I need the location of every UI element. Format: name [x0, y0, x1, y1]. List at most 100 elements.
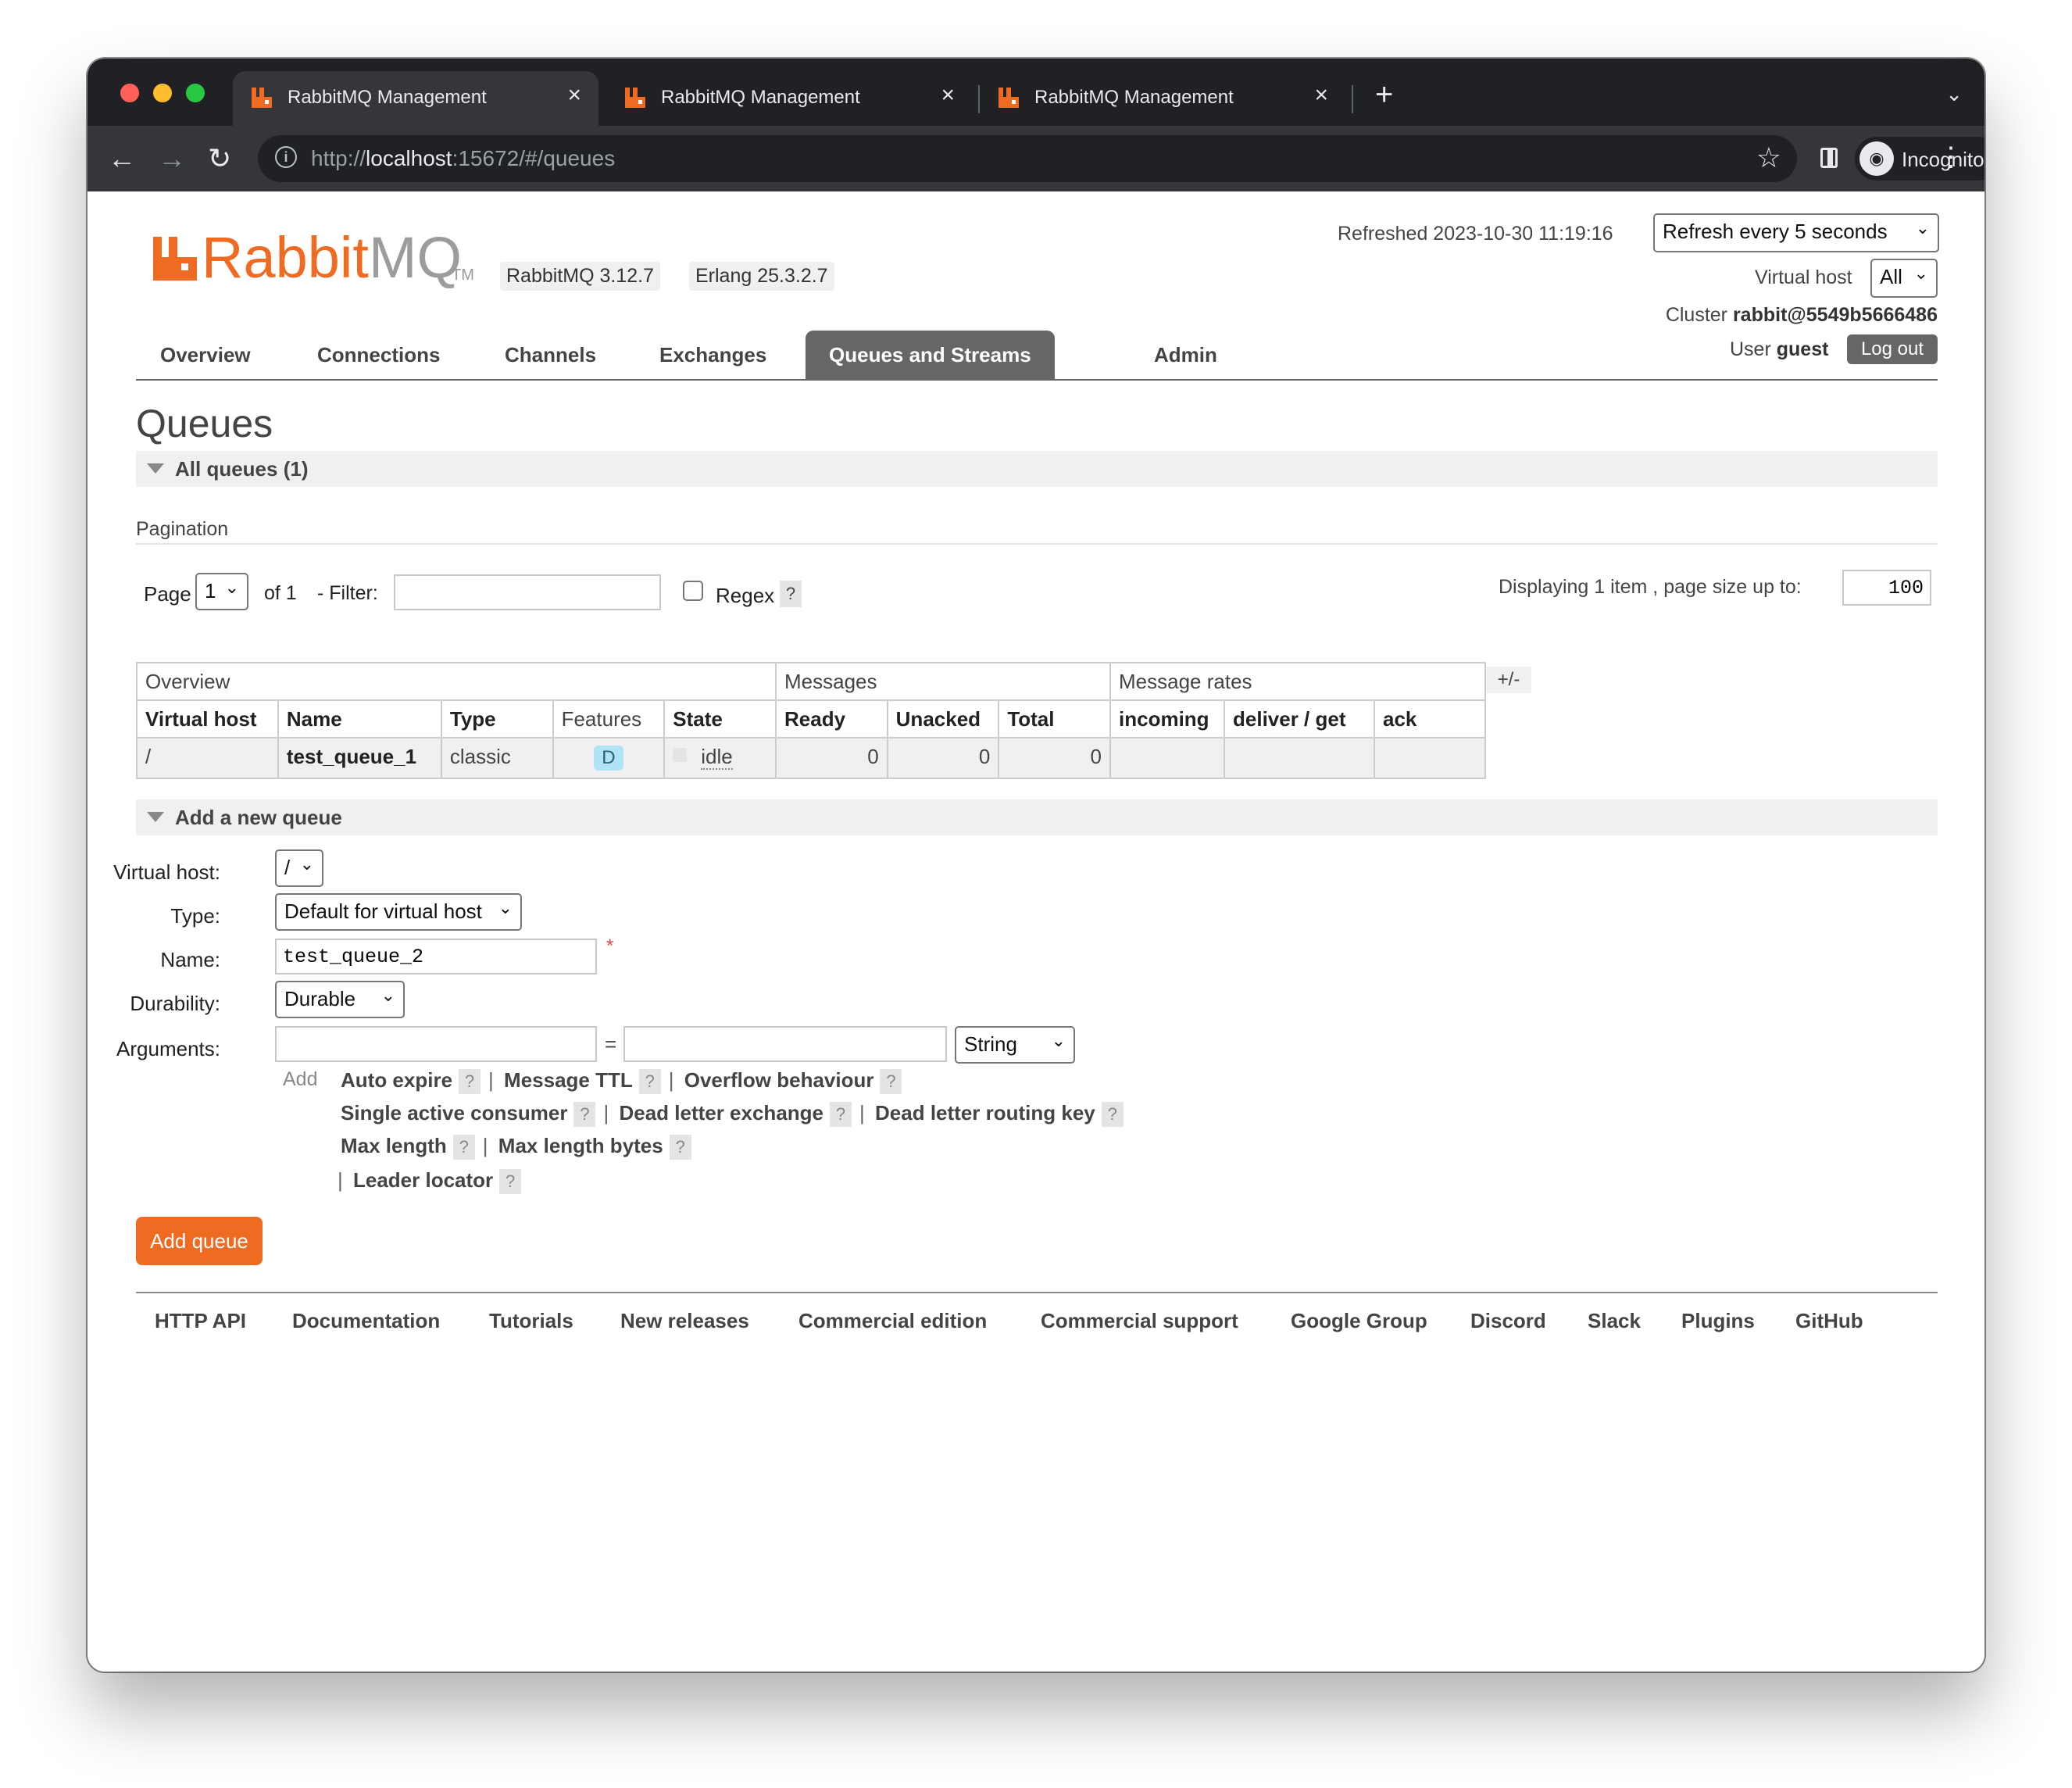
close-window-button[interactable]	[120, 84, 139, 102]
tab-search-chevron-icon[interactable]: ⌄	[1945, 82, 1963, 106]
site-info-icon[interactable]: i	[275, 146, 297, 168]
separator: |	[338, 1168, 343, 1192]
argument-value-input[interactable]	[623, 1026, 947, 1062]
argument-type-select[interactable]: String ⌄	[955, 1026, 1075, 1064]
close-tab-icon[interactable]: ×	[567, 82, 581, 109]
state-indicator-icon	[673, 748, 688, 762]
arg-link-auto-expire[interactable]: Auto expire	[341, 1068, 452, 1092]
page-size-input[interactable]	[1842, 570, 1931, 606]
reload-icon[interactable]: ↻	[208, 140, 231, 177]
help-button[interactable]: ?	[1101, 1102, 1124, 1128]
regex-help-button[interactable]: ?	[780, 581, 802, 607]
url-text[interactable]: http://localhost:15672/#/queues	[311, 146, 615, 171]
divider	[136, 543, 1938, 545]
col-header-name[interactable]: Name	[277, 699, 442, 738]
col-header-virtual-host[interactable]: Virtual host	[136, 699, 279, 738]
tab-strip: RabbitMQ Management × RabbitMQ Managemen…	[88, 59, 1984, 126]
add-queue-button[interactable]: Add queue	[136, 1217, 263, 1265]
minimize-window-button[interactable]	[153, 84, 172, 102]
group-header-overview: Overview	[136, 662, 777, 701]
arg-link-leader-locator[interactable]: Leader locator	[353, 1168, 493, 1192]
argument-key-input[interactable]	[275, 1026, 597, 1062]
nav-tab-connections[interactable]: Connections	[317, 331, 440, 379]
help-button[interactable]: ?	[830, 1102, 852, 1128]
footer-link-plugins[interactable]: Plugins	[1681, 1309, 1755, 1333]
address-bar[interactable]: i http://localhost:15672/#/queues ☆	[258, 135, 1797, 182]
footer-link-commercial-support[interactable]: Commercial support	[1041, 1309, 1238, 1333]
help-button[interactable]: ?	[880, 1069, 902, 1095]
browser-tab[interactable]: RabbitMQ Management ×	[233, 71, 598, 126]
url-host: localhost	[366, 146, 452, 170]
incognito-profile-button[interactable]: ◉ Incognito	[1855, 137, 1984, 181]
type-select[interactable]: Default for virtual host ⌄	[275, 893, 522, 931]
footer-link-slack[interactable]: Slack	[1588, 1309, 1641, 1333]
col-header-total[interactable]: Total	[998, 699, 1111, 738]
help-button[interactable]: ?	[499, 1169, 522, 1195]
arg-link-max-length[interactable]: Max length	[341, 1134, 447, 1157]
browser-tab[interactable]: RabbitMQ Management ×	[606, 71, 972, 126]
page-content: RabbitMQ TM RabbitMQ 3.12.7 Erlang 25.3.…	[88, 191, 1984, 1672]
column-toggle-button[interactable]: +/-	[1486, 667, 1531, 693]
zoom-window-button[interactable]	[186, 84, 205, 102]
col-header-deliver-get[interactable]: deliver / get	[1224, 699, 1375, 738]
side-panel-icon[interactable]	[1820, 148, 1838, 168]
more-menu-icon[interactable]: ⋮	[1938, 141, 1964, 173]
col-header-ready[interactable]: Ready	[775, 699, 888, 738]
regex-checkbox[interactable]	[683, 581, 703, 601]
footer-link-http-api[interactable]: HTTP API	[155, 1309, 246, 1333]
help-button[interactable]: ?	[638, 1069, 661, 1095]
separator: |	[488, 1068, 494, 1092]
new-tab-icon[interactable]: +	[1375, 77, 1393, 113]
footer-link-github[interactable]: GitHub	[1795, 1309, 1863, 1333]
queue-name-input[interactable]	[275, 939, 597, 974]
col-header-state[interactable]: State	[663, 699, 777, 738]
forward-arrow-icon[interactable]: →	[158, 140, 186, 177]
arg-link-single-active-consumer[interactable]: Single active consumer	[341, 1101, 567, 1125]
col-header-unacked[interactable]: Unacked	[886, 699, 1000, 738]
arg-link-max-length-bytes[interactable]: Max length bytes	[498, 1134, 663, 1157]
close-tab-icon[interactable]: ×	[1314, 82, 1328, 109]
collapse-triangle-icon	[147, 463, 164, 474]
arg-link-message-ttl[interactable]: Message TTL	[504, 1068, 633, 1092]
footer-link-tutorials[interactable]: Tutorials	[489, 1309, 573, 1333]
vhost-select[interactable]: / ⌄	[275, 849, 323, 887]
virtual-host-select[interactable]: All ⌄	[1870, 259, 1938, 298]
durability-select[interactable]: Durable ⌄	[275, 981, 405, 1018]
footer-link-new-releases[interactable]: New releases	[620, 1309, 749, 1333]
tab-separator	[1352, 85, 1353, 113]
browser-tab[interactable]: RabbitMQ Management ×	[980, 71, 1345, 126]
cell-queue-name-link[interactable]: test_queue_1	[277, 737, 442, 779]
filter-input[interactable]	[394, 574, 661, 610]
refresh-interval-select[interactable]: Refresh every 5 seconds ⌄	[1653, 213, 1939, 252]
bookmark-star-icon[interactable]: ☆	[1756, 141, 1781, 174]
footer-link-documentation[interactable]: Documentation	[292, 1309, 440, 1333]
help-button[interactable]: ?	[669, 1135, 691, 1160]
separator: |	[668, 1068, 674, 1092]
arg-link-dead-letter-exchange[interactable]: Dead letter exchange	[619, 1101, 823, 1125]
help-button[interactable]: ?	[573, 1102, 596, 1128]
pagination-heading: Pagination	[136, 518, 229, 540]
nav-tab-exchanges[interactable]: Exchanges	[659, 331, 766, 379]
footer-link-commercial-edition[interactable]: Commercial edition	[798, 1309, 987, 1333]
col-header-type[interactable]: Type	[440, 699, 554, 738]
footer-link-google-group[interactable]: Google Group	[1291, 1309, 1427, 1333]
cell-deliver-get	[1224, 737, 1375, 779]
footer-link-discord[interactable]: Discord	[1470, 1309, 1546, 1333]
nav-tab-queues-and-streams[interactable]: Queues and Streams	[806, 331, 1055, 379]
nav-tab-channels[interactable]: Channels	[505, 331, 596, 379]
help-button[interactable]: ?	[452, 1135, 475, 1160]
all-queues-toggle[interactable]: All queues (1)	[136, 451, 1938, 487]
arg-link-overflow-behaviour[interactable]: Overflow behaviour	[684, 1068, 874, 1092]
close-tab-icon[interactable]: ×	[941, 82, 955, 109]
displaying-count: Displaying 1 item , page size up to:	[1499, 576, 1802, 598]
nav-tab-overview[interactable]: Overview	[160, 331, 251, 379]
page-select[interactable]: 1 ⌄	[195, 573, 248, 610]
col-header-ack[interactable]: ack	[1374, 699, 1486, 738]
col-header-incoming[interactable]: incoming	[1109, 699, 1225, 738]
help-button[interactable]: ?	[459, 1069, 481, 1095]
table-row[interactable]: / test_queue_1 classic D idle 0 0 0	[136, 737, 1486, 779]
add-queue-toggle[interactable]: Add a new queue	[136, 799, 1938, 835]
nav-tab-admin[interactable]: Admin	[1154, 331, 1217, 379]
arg-link-dead-letter-routing-key[interactable]: Dead letter routing key	[875, 1101, 1095, 1125]
back-arrow-icon[interactable]: ←	[108, 140, 136, 177]
